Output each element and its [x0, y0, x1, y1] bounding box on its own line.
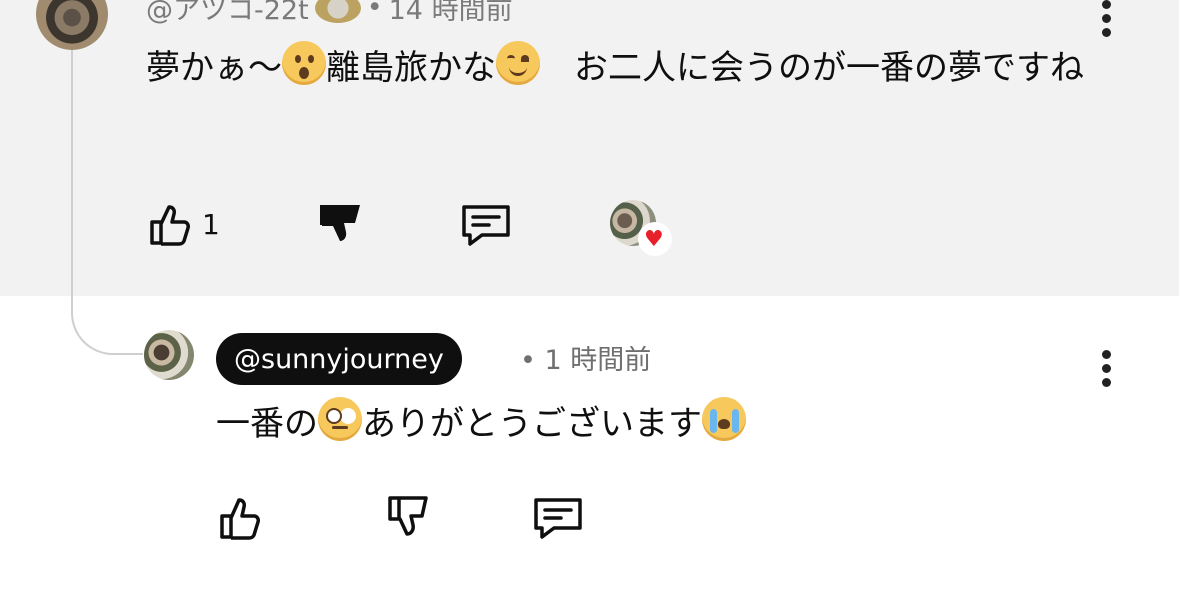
reply-comment-text: 一番の ありがとうございます: [216, 394, 746, 454]
separator-dot: •: [520, 345, 545, 376]
parent-text-part-2: 離島旅かな: [326, 48, 496, 88]
like-count: 1: [202, 207, 220, 241]
like-button[interactable]: 1: [146, 200, 220, 248]
parent-text-part-3: お二人に会うのが一番の夢ですね: [540, 48, 1084, 88]
comment-icon: [534, 498, 582, 539]
hushed-face-icon: [282, 41, 326, 85]
heart-icon: ♥: [638, 222, 672, 256]
parent-comment-text: 夢かぁ〜 離島旅かな お二人に会うのが一番の夢ですね: [146, 38, 1136, 98]
dislike-button[interactable]: [316, 200, 362, 248]
reply-timestamp[interactable]: 1 時間前: [545, 345, 652, 376]
thumbs-down-icon: [320, 205, 360, 241]
reply-more-options-icon[interactable]: [1096, 350, 1116, 390]
parent-text-part-1: 夢かぁ〜: [146, 48, 282, 88]
separator-dot: •: [366, 0, 383, 23]
thumbs-up-icon: [220, 498, 260, 540]
smiling-face-icon: [496, 41, 540, 85]
creator-heart: ♥: [610, 200, 672, 256]
author-badge-icon: [314, 0, 361, 23]
loudly-crying-face-icon: [702, 397, 746, 441]
reply-like-button[interactable]: [216, 494, 264, 542]
reply-dislike-button[interactable]: [384, 494, 432, 542]
parent-author-name[interactable]: @アツコ-22t: [146, 0, 309, 27]
thumbs-up-icon: [150, 205, 190, 246]
reply-thread-line: [71, 50, 143, 355]
reply-button[interactable]: [460, 200, 512, 248]
thumbs-down-icon: [388, 496, 428, 536]
reply-text-part-1: 一番の: [216, 404, 318, 444]
reply-author-pill[interactable]: @sunnyjourney: [216, 333, 462, 385]
reply-text-part-2: ありがとうございます: [362, 404, 702, 444]
parent-author-line: @アツコ-22t • 14 時間前: [146, 0, 513, 27]
reply-author-name: @sunnyjourney: [234, 343, 444, 375]
reply-timestamp-line: • 1 時間前: [520, 338, 651, 377]
parent-more-options-icon[interactable]: [1096, 0, 1116, 40]
parent-timestamp[interactable]: 14 時間前: [389, 0, 513, 27]
comment-icon: [462, 205, 510, 246]
reply-reply-button[interactable]: [532, 494, 584, 542]
reply-author-avatar[interactable]: [144, 330, 194, 380]
flushed-face-icon: [318, 397, 362, 441]
